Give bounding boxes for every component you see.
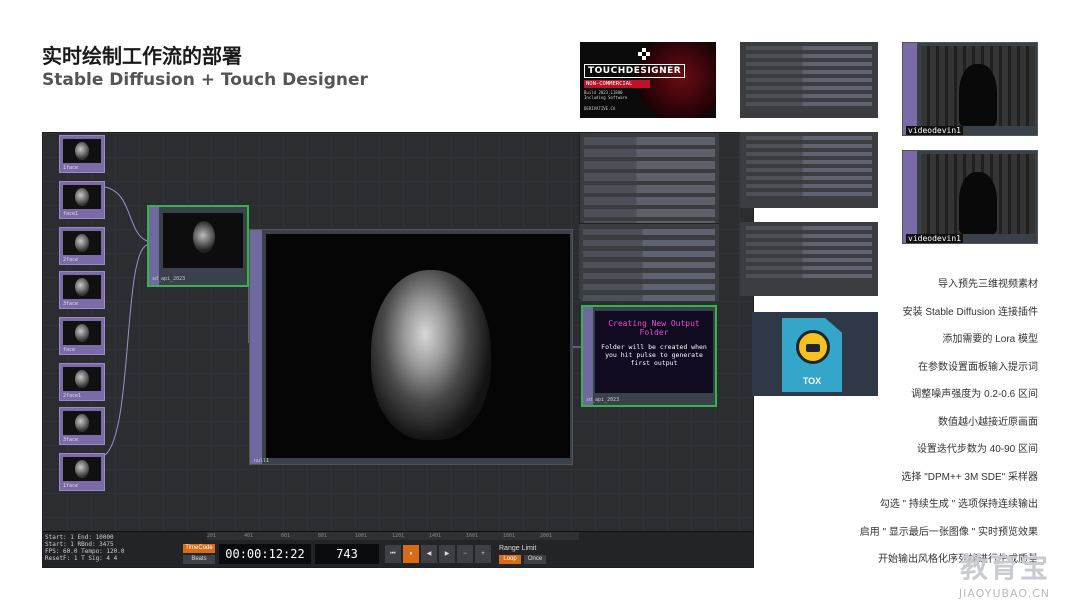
output-message: Folder will be created when you hit puls…	[601, 343, 707, 367]
source-thumbnail	[63, 139, 101, 163]
timecode-display: 00:00:12:22	[219, 544, 311, 564]
source-thumbnail	[63, 411, 101, 435]
tox-file-icon: TOX	[782, 318, 842, 392]
step-7: 设置迭代步数为 40-90 区间	[916, 444, 1038, 455]
output-preview: Creating New Output Folder Folder will b…	[595, 311, 713, 393]
output-node[interactable]: Creating New Output Folder Folder will b…	[581, 305, 717, 407]
play-button[interactable]: ▶	[439, 545, 455, 563]
range-limit-label: Range Limit	[499, 545, 537, 552]
parameter-panel-settings[interactable]	[579, 223, 719, 312]
plug-icon	[796, 330, 830, 364]
source-node-4[interactable]: 3face	[59, 271, 105, 309]
touchdesigner-splash: TOUCHDESIGNER NON-COMMERCIAL Build 2023.…	[580, 42, 716, 118]
step-2: 安装 Stable Diffusion 连接插件	[902, 306, 1038, 318]
rewind-button[interactable]: ⏮	[385, 545, 401, 563]
node-flag-strip[interactable]	[583, 307, 593, 405]
node-flag-strip[interactable]	[250, 230, 262, 464]
source-node-7[interactable]: 3face	[59, 407, 105, 445]
source-thumbnail	[63, 321, 101, 345]
timeline-info: Start: 1 End: 10000 Start: 1 RBnd: 3475 …	[45, 534, 125, 562]
step-1: 导入预先三维视频素材	[938, 279, 1038, 290]
step-back-button[interactable]: ◀	[421, 545, 437, 563]
node-flag-strip[interactable]	[903, 151, 917, 243]
once-button[interactable]: Once	[524, 555, 546, 564]
source-thumbnail	[63, 185, 101, 209]
step-4: 在参数设置面板输入提示词	[918, 361, 1038, 373]
td-logo-icon	[638, 48, 650, 60]
step-9: 勾选 " 持续生成 " 选项保持连续输出	[879, 499, 1038, 510]
network-editor[interactable]: 1face face1 2face 3face face 2face1 3fac…	[42, 132, 754, 568]
source-node-3[interactable]: 2face	[59, 227, 105, 265]
watermark-url: JIAOYUBAO.CN	[958, 587, 1050, 600]
node-flag-strip[interactable]	[149, 207, 159, 285]
workflow-steps: 导入预先三维视频素材 安装 Stable Diffusion 连接插件 添加需要…	[860, 278, 1038, 581]
source-thumbnail	[63, 231, 101, 255]
minus-button[interactable]: −	[457, 545, 473, 563]
source-thumbnail	[63, 457, 101, 481]
timeline-bar[interactable]: Start: 1 End: 10000 Start: 1 RBnd: 3475 …	[43, 531, 753, 567]
source-node-1[interactable]: 1face	[59, 135, 105, 173]
splash-info: Build 2023.11880 Including Software DERI…	[584, 90, 628, 111]
node-preview	[163, 213, 243, 268]
face-render	[371, 270, 491, 440]
source-node-2[interactable]: face1	[59, 181, 105, 219]
loop-button[interactable]: Loop	[499, 555, 521, 564]
source-thumbnail	[63, 275, 101, 299]
output-title: Creating New Output Folder	[608, 319, 700, 337]
sd-api-node[interactable]: sd_api_2023	[147, 205, 249, 287]
source-node-5[interactable]: face	[59, 317, 105, 355]
frame-display[interactable]: 743	[315, 544, 379, 564]
videodevin-node-1[interactable]: videodevin1	[902, 42, 1038, 136]
timeline-ruler[interactable]: 201 401 601 801 1001 1201 1401 1601 1801…	[207, 532, 579, 540]
null-node-preview[interactable]: null1	[249, 229, 573, 465]
webcam-preview	[921, 154, 1035, 234]
plus-button[interactable]: +	[475, 545, 491, 563]
step-5: 调整噪声强度为 0.2-0.6 区间	[911, 389, 1038, 400]
webcam-preview	[921, 46, 1035, 126]
pause-button[interactable]: ⏸	[403, 545, 419, 563]
license-param-panel[interactable]	[740, 222, 878, 296]
callback-param-panel[interactable]	[740, 42, 878, 118]
beats-button[interactable]: Beats	[183, 555, 215, 564]
output-param-panel[interactable]	[740, 132, 878, 208]
source-node-6[interactable]: 2face1	[59, 363, 105, 401]
step-6: 数值越小越接近原画面	[938, 416, 1038, 428]
splash-logo: TOUCHDESIGNER	[584, 64, 686, 78]
watermark: 教育宝	[959, 551, 1050, 584]
timecode-button[interactable]: TimeCode	[183, 544, 215, 553]
step-3: 添加需要的 Lora 模型	[942, 334, 1038, 345]
page-subtitle: Stable Diffusion + Touch Designer	[42, 70, 368, 90]
splash-edition: NON-COMMERCIAL	[584, 80, 650, 88]
main-preview-screen	[266, 234, 570, 458]
step-8: 选择 "DPM++ 3M SDE" 采样器	[901, 471, 1038, 483]
node-flag-strip[interactable]	[903, 43, 917, 135]
source-node-8[interactable]: 1face	[59, 453, 105, 491]
page-title: 实时绘制工作流的部署	[42, 44, 242, 68]
source-thumbnail	[63, 367, 101, 391]
videodevin-node-2[interactable]: videodevin1	[902, 150, 1038, 244]
